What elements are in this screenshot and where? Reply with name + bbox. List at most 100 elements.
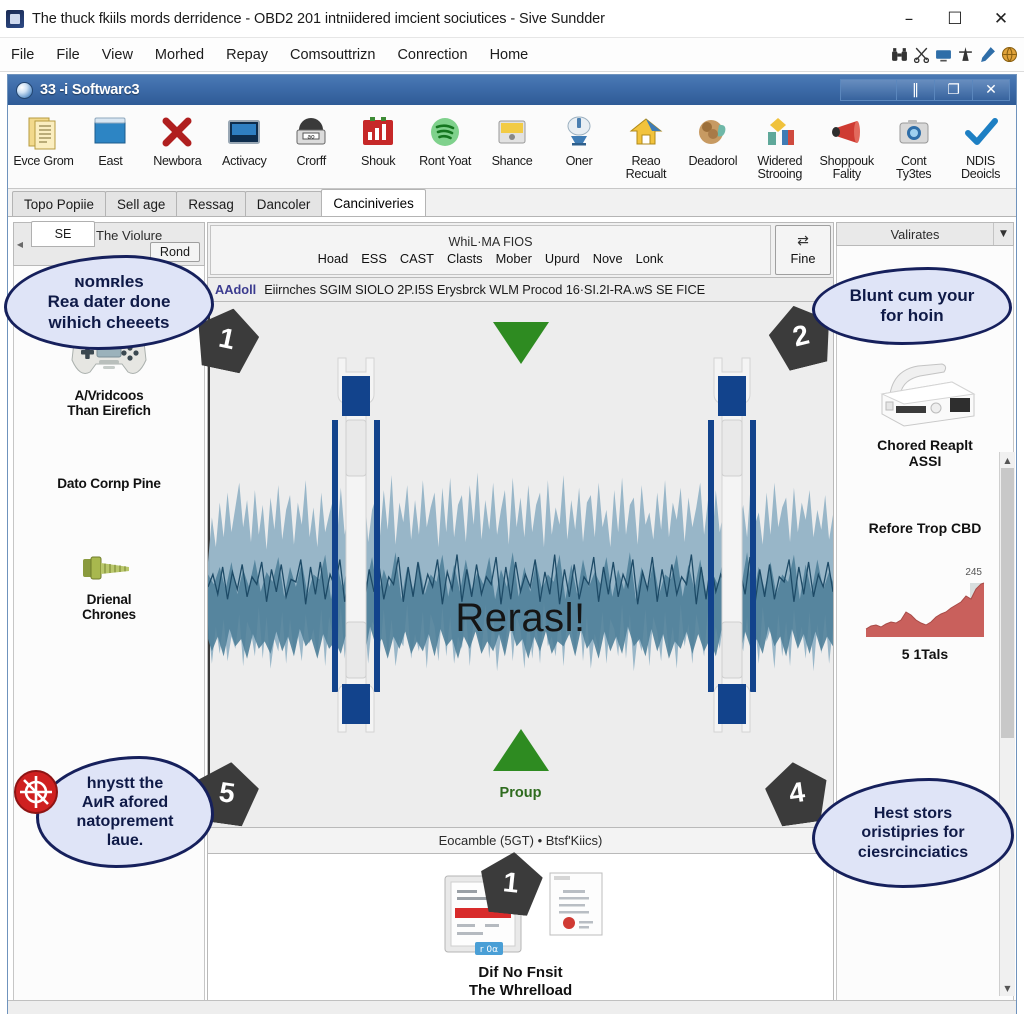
brown-blob-icon	[698, 120, 726, 144]
app-chart-button[interactable]: ‖	[896, 79, 934, 101]
left-panel-subtab[interactable]: SE	[31, 221, 95, 247]
center-bottom-icons: r 0α	[435, 868, 607, 960]
chevron-down-icon[interactable]: ▼	[993, 223, 1013, 245]
monitor-icon[interactable]	[935, 46, 952, 63]
tab-canciniveries[interactable]: Canciniveries	[321, 189, 426, 216]
menu-item-2[interactable]: View	[91, 44, 144, 66]
app-window-controls: ‖ ❐ ✕	[840, 79, 1010, 101]
menu-item-7[interactable]: Home	[479, 44, 540, 66]
ribbon-button-ront-yoat[interactable]: Ront Yoat	[412, 109, 479, 168]
screw-icon[interactable]	[77, 550, 141, 586]
group-item-cast[interactable]: CAST	[400, 251, 434, 266]
ribbon-button-newbora[interactable]: Newbora	[144, 109, 211, 168]
tab-sell-age[interactable]: Sell age	[104, 191, 178, 216]
screenshot-root: The thuck fkiils mords derridence - OBD2…	[0, 0, 1024, 1024]
ribbon-button-oner[interactable]: Oner	[546, 109, 613, 168]
ribbon-label: Shance	[491, 154, 533, 168]
house-icon	[629, 118, 663, 145]
rond-button[interactable]: Rond	[149, 242, 200, 262]
bar-chart-icon	[363, 117, 394, 145]
fine-button[interactable]: ⇄ Fine	[775, 225, 831, 275]
ribbon-label: Ront Yoat	[419, 154, 472, 168]
app-restore-button[interactable]: ❐	[934, 79, 972, 101]
close-button[interactable]: ✕	[978, 1, 1024, 37]
waveform-canvas[interactable]: Rerasl! Proup	[207, 302, 834, 828]
clip-bracket-right-icon[interactable]	[708, 354, 756, 746]
chevron-down-icon[interactable]: ▼	[1000, 980, 1015, 996]
ribbon-label: Cont Ty3tes	[896, 154, 932, 182]
ribbon-button-crorff[interactable]: ao Crorff	[278, 109, 345, 168]
group-item-clasts[interactable]: Clasts	[447, 251, 483, 266]
workspace: ◀ SE The Violure Rond A/Vridcoos Than Ei…	[8, 217, 1016, 1014]
app-restore-blank-button[interactable]	[840, 79, 896, 101]
binoculars-icon[interactable]	[891, 46, 908, 63]
menu-item-6[interactable]: Conrection	[386, 44, 478, 66]
group-item-hoad[interactable]: Hoad	[318, 251, 349, 266]
scanner-icon: ao	[296, 118, 326, 145]
green-circle-icon	[431, 118, 460, 146]
group-item-mober[interactable]: Mober	[496, 251, 532, 266]
menu-item-3[interactable]: Morhed	[144, 44, 215, 66]
device-icon[interactable]	[870, 354, 980, 432]
chevron-left-icon[interactable]: ◀	[14, 223, 26, 265]
group-item-ess[interactable]: ESS	[361, 251, 387, 266]
vertical-scrollbar[interactable]: ▲ ▼	[999, 452, 1015, 996]
group-item-upurd[interactable]: Upurd	[545, 251, 580, 266]
pen-icon[interactable]	[979, 46, 996, 63]
clipboard-red-icon[interactable]: r 0α	[435, 868, 531, 960]
window-icon	[94, 117, 126, 144]
address-bar[interactable]: AAdoll Eiirnches SGIM SIOLO 2P.I5S Erysb…	[207, 278, 834, 302]
tower-icon[interactable]	[957, 46, 974, 63]
center-group-row: Hoad ESS CAST Clasts Mober Upurd Nove Lo…	[318, 251, 664, 266]
right-panel-caption-1: Refore Trop CBD	[868, 520, 982, 537]
tab-dancoler[interactable]: Dancoler	[244, 191, 323, 216]
app-titlebar: 33 -i Softwarc3 ‖ ❐ ✕	[8, 75, 1016, 105]
chevron-up-icon[interactable]: ▲	[1000, 452, 1015, 468]
gamepad-icon[interactable]	[66, 316, 152, 382]
app-close-button[interactable]: ✕	[972, 79, 1010, 101]
minimize-button[interactable]: –	[886, 1, 932, 37]
ribbon-button-shance[interactable]: Shance	[479, 109, 546, 168]
ribbon-button-widered-strooing[interactable]: Widered Strooing	[746, 109, 813, 182]
app-window-title: 33 -i Softwarc3	[40, 82, 140, 98]
ribbon-button-shouk[interactable]: Shouk	[345, 109, 412, 168]
globe-icon[interactable]	[1001, 46, 1018, 63]
menu-item-1[interactable]: File	[45, 44, 90, 66]
scrollbar-track[interactable]	[1000, 468, 1015, 980]
right-panel: Valirates ▼ Chored Reaplt ASSI Refore Tr…	[836, 222, 1014, 1014]
ribbon-button-reao-recualt[interactable]: Reao Recualt	[612, 109, 679, 182]
flag-icon	[767, 118, 794, 145]
chart-caption: 5 1Tals	[901, 646, 949, 663]
scissors-icon[interactable]	[913, 46, 930, 63]
triangle-down-icon	[492, 322, 549, 364]
statusbar	[8, 1000, 1016, 1014]
group-item-lonk[interactable]: Lonk	[636, 251, 664, 266]
megaphone-icon	[831, 121, 860, 143]
center-footer: Eocamble (5GT) • Btsf'Kiics)	[207, 828, 834, 854]
ribbon-button-shoppouk-fality[interactable]: Shoppouk Fality	[813, 109, 880, 182]
menu-item-0[interactable]: File	[0, 44, 45, 66]
ribbon-label: Activacy	[222, 154, 267, 168]
document-icon[interactable]	[545, 868, 607, 940]
ribbon-button-east[interactable]: East	[77, 109, 144, 168]
ribbon-button-evce-grom[interactable]: Evce Grom	[10, 109, 77, 168]
ribbon-button-activacy[interactable]: Activacy	[211, 109, 278, 168]
os-titlebar: The thuck fkiils mords derridence - OBD2…	[0, 0, 1024, 38]
menu-item-4[interactable]: Repay	[215, 44, 279, 66]
ribbon-button-deadorol[interactable]: Deadorol	[679, 109, 746, 168]
scrollbar-thumb[interactable]	[1001, 468, 1014, 738]
svg-text:r 0α: r 0α	[479, 945, 497, 955]
ribbon-label: Reao Recualt	[625, 154, 667, 182]
clip-bracket-left-icon[interactable]	[332, 354, 380, 746]
group-item-nove[interactable]: Nove	[593, 251, 623, 266]
area-chart-icon	[865, 582, 985, 638]
maximize-button[interactable]: ☐	[932, 1, 978, 37]
ribbon-button-cont-tystes[interactable]: Cont Ty3tes	[880, 109, 947, 182]
ribbon-button-ndis-deoicls[interactable]: NDIS Deoicls	[947, 109, 1014, 182]
tab-ressag[interactable]: Ressag	[176, 191, 246, 216]
ribbon-label: Oner	[565, 154, 593, 168]
tab-topo-popiie[interactable]: Topo Popiie	[12, 191, 106, 216]
sidebar-chart[interactable]: 245 5 1Tals	[864, 567, 986, 663]
menu-item-5[interactable]: Comsouttrizn	[279, 44, 386, 66]
center-bottom-panel: r 0α Dif No Fnsit The Whrelload	[207, 854, 834, 1014]
